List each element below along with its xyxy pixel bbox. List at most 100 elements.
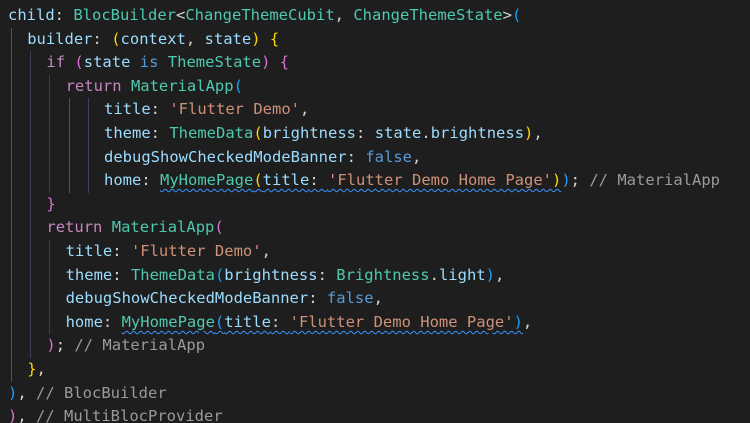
code-token: < — [176, 6, 186, 24]
code-token: MyHomePage — [160, 171, 254, 190]
code-token: ThemeData — [130, 265, 215, 284]
code-token: Brightness — [336, 265, 430, 284]
code-token: ) — [561, 171, 571, 190]
indent-guide — [11, 27, 12, 382]
code-token: child — [8, 6, 55, 24]
code-token: title — [262, 171, 310, 190]
code-token: light — [438, 265, 486, 284]
code-token: ) — [46, 336, 56, 355]
code-token: MyHomePage — [121, 312, 215, 331]
code-token: ThemeState — [167, 53, 262, 72]
code-token: ) — [513, 312, 523, 331]
code-token: // MaterialApp — [580, 171, 720, 190]
code-token: , — [185, 29, 205, 48]
code-token: 'Flutter Demo Home Page' — [328, 171, 552, 190]
code-token: title — [224, 312, 271, 331]
code-token: MaterialApp — [111, 218, 215, 237]
code-line[interactable]: ), // MultiBlocProvider — [8, 405, 223, 423]
indent-guide — [49, 240, 51, 335]
code-line[interactable]: return MaterialApp( — [46, 216, 223, 239]
code-line[interactable]: child: BlocBuilder<ChangeThemeCubit, Cha… — [8, 4, 521, 27]
code-token: ) — [551, 171, 562, 190]
code-line[interactable]: home: MyHomePage(title: 'Flutter Demo Ho… — [66, 311, 533, 334]
code-token: theme — [104, 124, 151, 142]
code-token: : — [92, 29, 112, 48]
code-token: : — [150, 124, 170, 142]
code-token: , — [17, 383, 27, 402]
code-token: , — [334, 6, 354, 24]
code-token: : — [150, 100, 170, 119]
code-token: ) — [8, 383, 18, 402]
code-token: MaterialApp — [130, 76, 234, 95]
code-line[interactable]: home: MyHomePage(title: 'Flutter Demo Ho… — [104, 169, 720, 192]
code-line[interactable]: theme: ThemeData(brightness: state.brigh… — [104, 122, 543, 145]
code-token: ChangeThemeCubit — [185, 6, 335, 24]
code-token: brightness — [262, 124, 357, 142]
code-token: , — [36, 360, 46, 378]
code-token: debugShowCheckedModeBanner — [65, 289, 309, 308]
code-line[interactable]: theme: ThemeData(brightness: Brightness.… — [66, 264, 505, 287]
code-token: ( — [233, 76, 243, 95]
code-token: home — [65, 312, 103, 331]
code-token: title — [65, 242, 113, 260]
code-token: // MaterialApp — [65, 336, 206, 355]
code-token: ( — [511, 6, 522, 24]
code-token: return — [65, 76, 122, 95]
code-token: brightness — [224, 265, 318, 284]
code-line[interactable]: debugShowCheckedModeBanner: false, — [104, 146, 421, 169]
code-token: : — [309, 171, 329, 190]
code-token: ) — [8, 407, 18, 423]
indent-guide — [68, 98, 70, 193]
indent-guide — [30, 51, 32, 358]
code-token: , — [533, 124, 543, 142]
code-token: : — [112, 265, 131, 284]
code-token: : — [270, 312, 290, 331]
code-token: ( — [214, 218, 224, 237]
code-token: ( — [214, 312, 225, 331]
code-line[interactable]: return MaterialApp( — [66, 75, 243, 98]
code-token: ThemeData — [169, 124, 254, 142]
code-line[interactable]: debugShowCheckedModeBanner: false, — [66, 287, 383, 310]
code-token: , — [373, 289, 383, 308]
code-token: { — [269, 29, 280, 48]
code-token: if — [46, 53, 66, 72]
code-token: , — [522, 312, 533, 331]
indent-guide — [49, 74, 51, 193]
code-editor[interactable]: child: BlocBuilder<ChangeThemeCubit, Cha… — [0, 0, 750, 423]
code-token: , — [300, 100, 310, 119]
code-token: } — [27, 360, 37, 378]
code-token: , — [494, 265, 505, 284]
code-token: ( — [253, 171, 263, 190]
code-token: , — [411, 147, 422, 166]
code-line[interactable]: ); // MaterialApp — [46, 334, 205, 357]
code-token: : — [141, 171, 160, 190]
code-token: is — [139, 53, 159, 72]
code-line[interactable]: title: 'Flutter Demo', — [66, 240, 271, 263]
code-token: state — [83, 53, 131, 72]
code-line[interactable]: builder: (context, state) { — [27, 28, 279, 51]
code-token: state — [374, 124, 422, 142]
code-token: . — [429, 265, 439, 284]
code-token: state — [204, 29, 252, 48]
code-token: 'Flutter Demo' — [169, 100, 300, 119]
code-token: : — [346, 147, 366, 166]
code-line[interactable]: }, — [27, 358, 46, 381]
code-token: : — [317, 265, 337, 284]
code-token: , — [17, 407, 27, 423]
code-line[interactable]: ), // BlocBuilder — [8, 382, 167, 405]
code-line[interactable]: if (state is ThemeState) { — [46, 51, 289, 74]
code-token: , — [261, 242, 271, 260]
code-token: // MultiBlocProvider — [26, 407, 223, 423]
code-token: ( — [111, 29, 121, 48]
code-token: ; — [55, 336, 66, 355]
code-line[interactable]: title: 'Flutter Demo', — [104, 98, 309, 121]
code-token: ) — [524, 124, 534, 142]
code-token: theme — [65, 265, 113, 284]
code-line[interactable]: } — [46, 193, 55, 216]
